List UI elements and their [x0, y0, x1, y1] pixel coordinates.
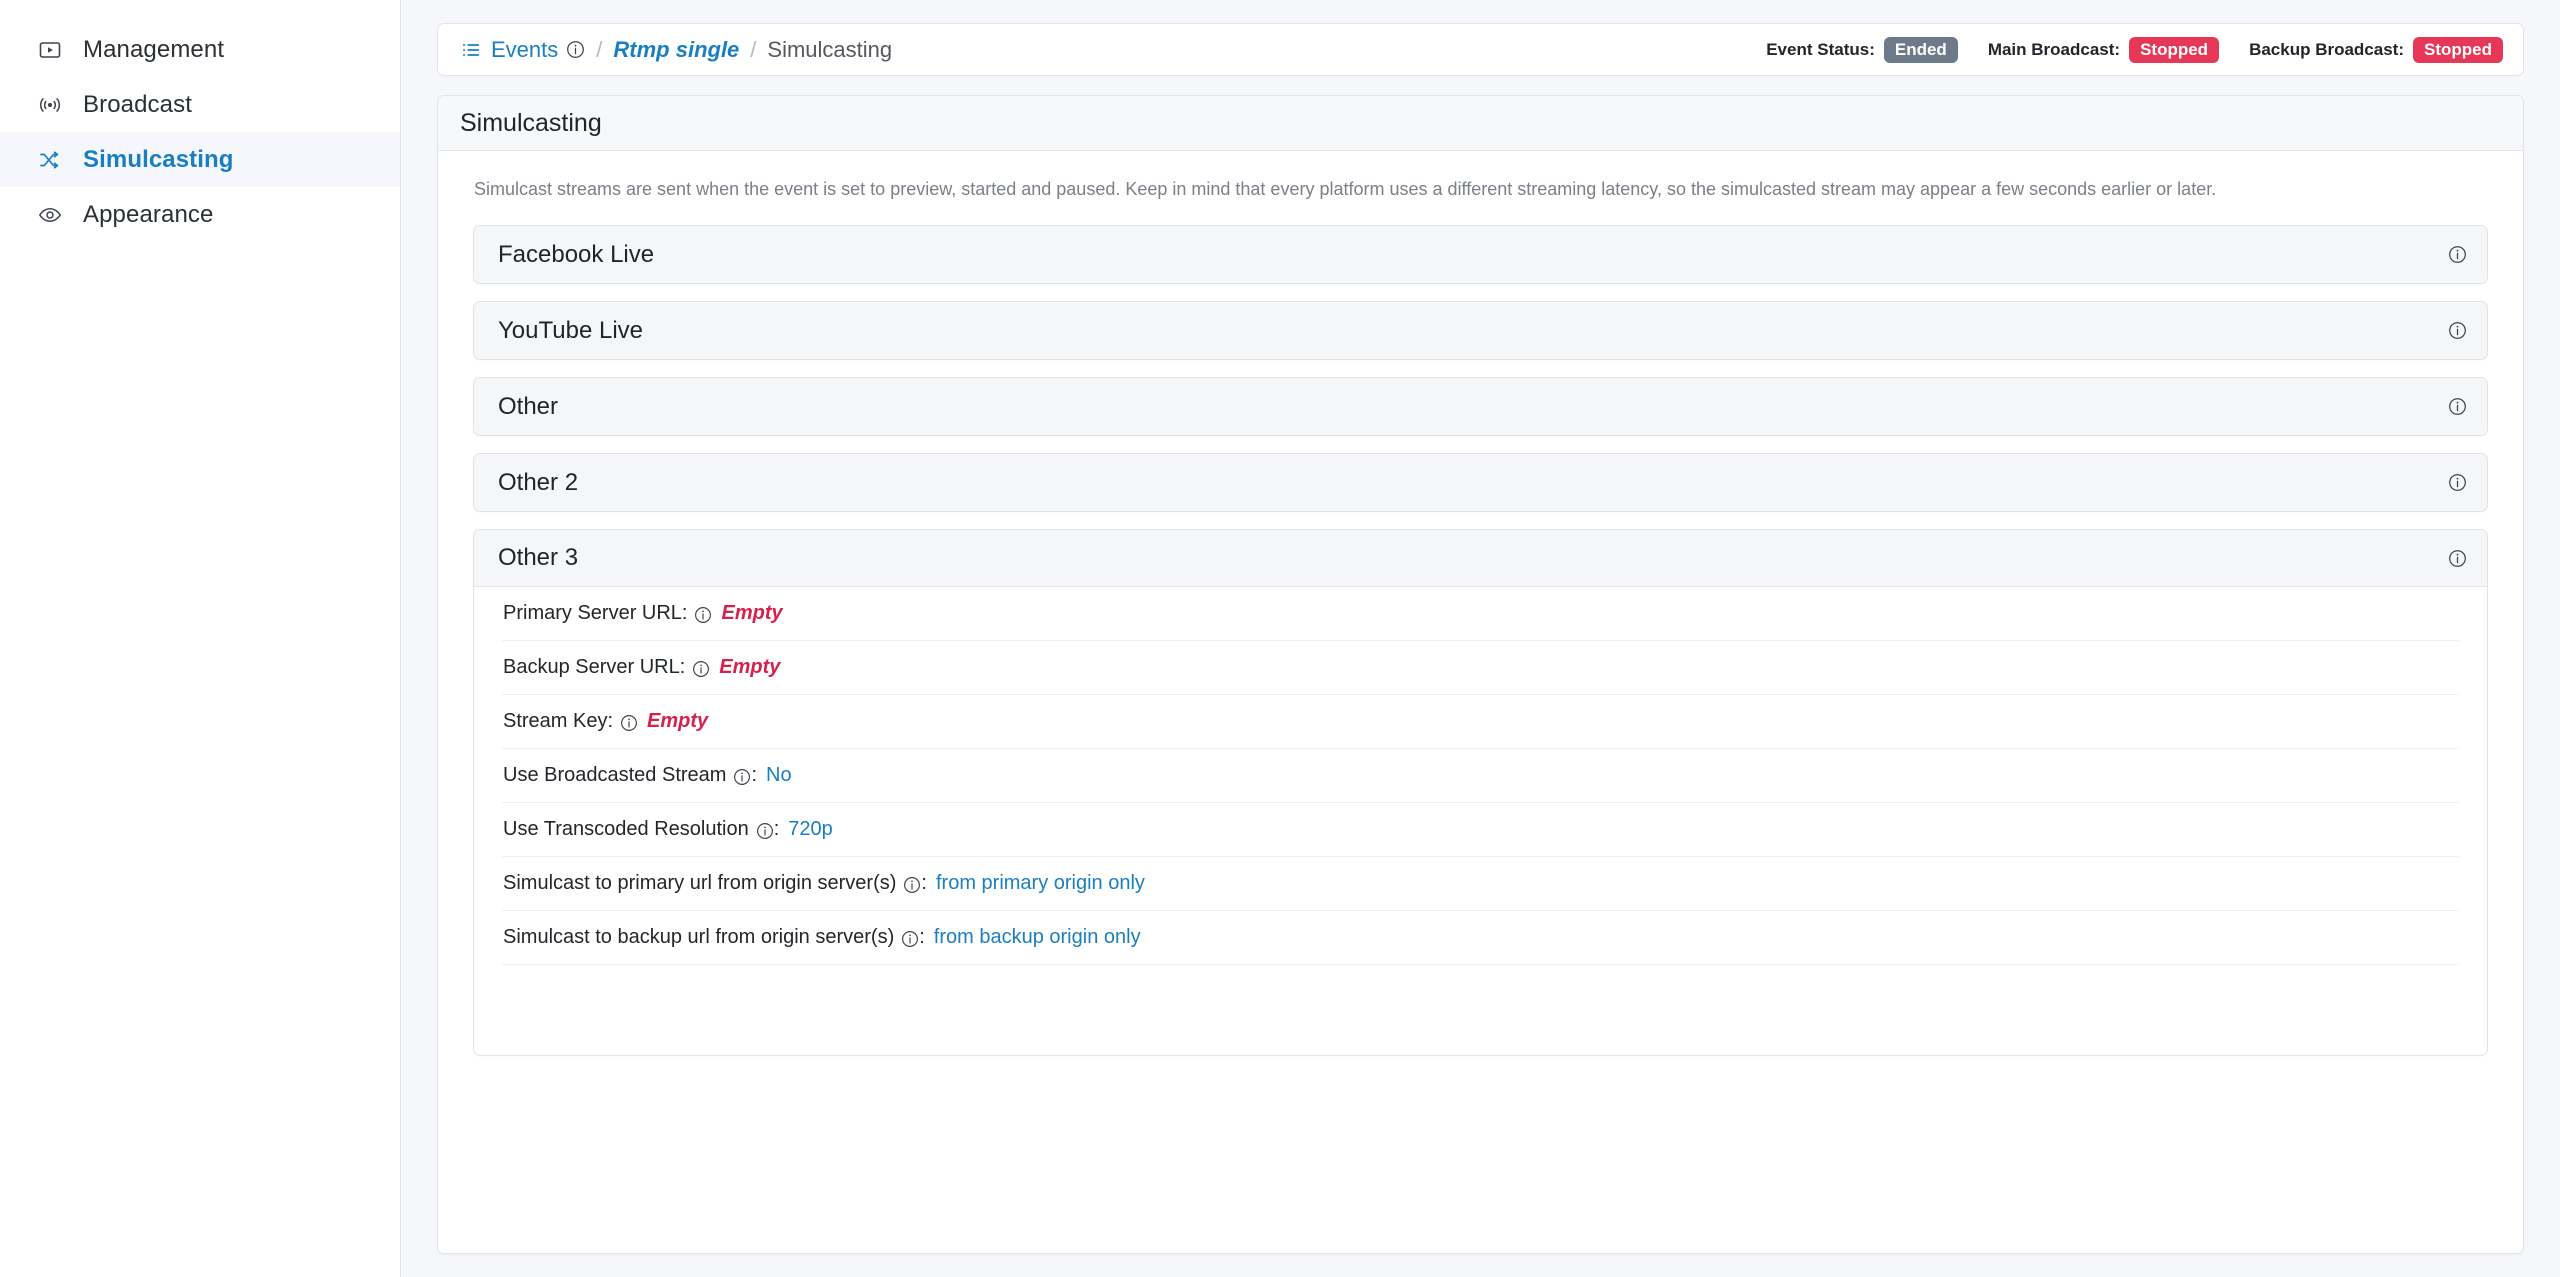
accordion-body: Primary Server URL: Empty Backup Server …: [474, 587, 2487, 1055]
breadcrumb-current: Simulcasting: [767, 36, 893, 62]
info-icon[interactable]: [733, 768, 751, 786]
accordion-title: YouTube Live: [498, 316, 644, 344]
accordion-header[interactable]: Other: [474, 378, 2487, 435]
info-icon[interactable]: [756, 822, 774, 840]
field-colon: :: [921, 872, 927, 894]
sidebar-item-appearance[interactable]: Appearance: [0, 187, 400, 242]
field-label: Simulcast to primary url from origin ser…: [503, 872, 897, 894]
field-use-broadcasted-stream: Use Broadcasted Stream : No: [502, 749, 2459, 803]
shuffle-icon: [38, 148, 78, 172]
field-colon: :: [751, 764, 757, 786]
simulcasting-card: Simulcasting Simulcast streams are sent …: [437, 95, 2524, 1254]
field-value[interactable]: Empty: [719, 656, 780, 679]
info-icon[interactable]: [2448, 397, 2467, 416]
status-badge: Stopped: [2413, 36, 2503, 63]
sidebar-item-label: Broadcast: [83, 90, 192, 118]
eye-icon: [38, 203, 78, 227]
status-badge: Stopped: [2129, 36, 2220, 63]
list-icon: [460, 39, 482, 61]
field-value[interactable]: Empty: [647, 710, 708, 733]
main-content: Events / Rtmp single / Simulcasting Even…: [401, 0, 2560, 1277]
accordion-header[interactable]: YouTube Live: [474, 302, 2487, 359]
field-value[interactable]: 720p: [788, 818, 833, 841]
status-badge: Ended: [1883, 36, 1958, 63]
field-label: Use Broadcasted Stream: [503, 764, 727, 786]
card-description: Simulcast streams are sent when the even…: [474, 179, 2217, 199]
accordion-youtube-live: YouTube Live: [473, 301, 2488, 360]
breadcrumb-separator: /: [750, 36, 757, 62]
field-value[interactable]: from backup origin only: [934, 926, 1141, 949]
accordion-other: Other: [473, 377, 2488, 436]
accordion-title: Other: [498, 392, 559, 420]
broadcast-signal-icon: [38, 93, 78, 117]
accordion-bottom-spacer: [502, 965, 2459, 1055]
field-value[interactable]: Empty: [721, 602, 782, 625]
breadcrumb: Events / Rtmp single / Simulcasting: [460, 37, 892, 63]
field-value[interactable]: No: [766, 764, 792, 787]
info-icon[interactable]: [903, 876, 921, 894]
field-backup-server-url: Backup Server URL: Empty: [502, 641, 2459, 695]
breadcrumb-separator: /: [596, 36, 603, 62]
field-label: Simulcast to backup url from origin serv…: [503, 926, 895, 948]
breadcrumb-event-link[interactable]: Rtmp single: [613, 37, 739, 63]
field-label: Primary Server URL:: [503, 602, 688, 624]
breadcrumb-events-link[interactable]: Events: [491, 37, 558, 63]
sidebar-item-label: Simulcasting: [83, 145, 234, 173]
status-group: Event Status: Ended Main Broadcast: Stop…: [1766, 36, 2503, 63]
field-use-transcoded-resolution: Use Transcoded Resolution : 720p: [502, 803, 2459, 857]
breadcrumb-bar: Events / Rtmp single / Simulcasting Even…: [437, 23, 2524, 76]
field-simulcast-backup-origin: Simulcast to backup url from origin serv…: [502, 911, 2459, 965]
accordion-title: Facebook Live: [498, 240, 655, 268]
info-icon[interactable]: [901, 930, 919, 948]
field-label: Stream Key:: [503, 710, 614, 732]
card-title: Simulcasting: [438, 96, 2523, 151]
main-broadcast-label: Main Broadcast:: [1987, 39, 2121, 59]
info-icon[interactable]: [2448, 245, 2467, 264]
info-icon[interactable]: [566, 40, 585, 59]
accordion-title: Other 3: [498, 544, 579, 571]
field-label: Use Transcoded Resolution: [503, 818, 749, 840]
info-icon[interactable]: [2448, 549, 2467, 568]
field-label: Backup Server URL:: [503, 656, 686, 678]
accordion-header[interactable]: Other 3: [474, 530, 2487, 587]
sidebar-item-management[interactable]: Management: [0, 22, 400, 77]
sidebar-item-label: Management: [83, 35, 225, 63]
field-primary-server-url: Primary Server URL: Empty: [502, 587, 2459, 641]
info-icon[interactable]: [692, 660, 710, 678]
backup-broadcast-label: Backup Broadcast:: [2249, 39, 2404, 59]
field-colon: :: [919, 926, 925, 948]
info-icon[interactable]: [2448, 321, 2467, 340]
backup-broadcast-status: Backup Broadcast: Stopped: [2249, 36, 2503, 63]
sidebar-item-simulcasting[interactable]: Simulcasting: [0, 132, 400, 187]
event-status-label: Event Status:: [1766, 39, 1875, 59]
field-simulcast-primary-origin: Simulcast to primary url from origin ser…: [502, 857, 2459, 911]
card-body: Simulcast streams are sent when the even…: [438, 151, 2523, 1056]
field-colon: :: [773, 818, 780, 840]
sidebar: Management Broadcast Simulcasting Appear…: [0, 0, 401, 1277]
accordion-other-3: Other 3 Primary Server URL: Empty Backup…: [473, 529, 2488, 1056]
accordion-facebook-live: Facebook Live: [473, 225, 2488, 284]
sidebar-item-broadcast[interactable]: Broadcast: [0, 77, 400, 132]
main-broadcast-status: Main Broadcast: Stopped: [1987, 36, 2220, 63]
info-icon[interactable]: [620, 714, 638, 732]
field-stream-key: Stream Key: Empty: [502, 695, 2459, 749]
accordion-header[interactable]: Other 2: [474, 454, 2487, 511]
video-player-icon: [38, 38, 78, 62]
field-value[interactable]: from primary origin only: [936, 872, 1145, 895]
accordion-title: Other 2: [498, 468, 579, 496]
info-icon[interactable]: [694, 606, 712, 624]
sidebar-item-label: Appearance: [83, 200, 214, 228]
event-status: Event Status: Ended: [1766, 36, 1958, 63]
accordion-header[interactable]: Facebook Live: [474, 226, 2487, 283]
accordion-other-2: Other 2: [473, 453, 2488, 512]
info-icon[interactable]: [2448, 473, 2467, 492]
